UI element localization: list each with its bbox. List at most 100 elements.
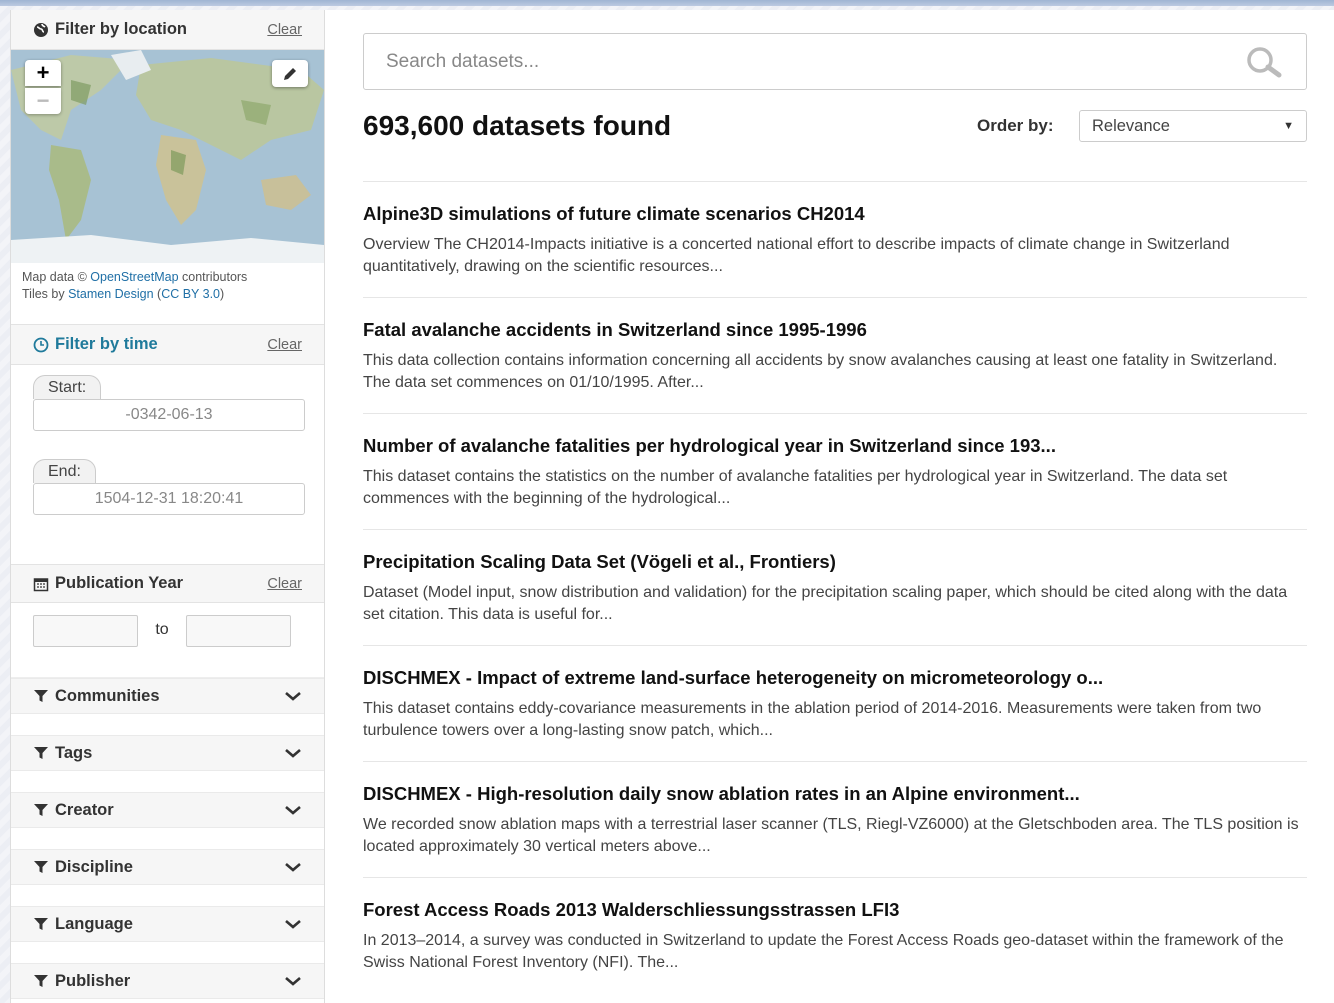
result-item: DISCHMEX - Impact of extreme land-surfac… (363, 645, 1307, 761)
results-count: 693,600 datasets found (363, 110, 672, 141)
publication-year-header: Publication Year Clear (11, 565, 324, 603)
publication-year-label: Publication Year (55, 574, 184, 592)
time-clear-link[interactable]: Clear (267, 337, 302, 353)
facet-discipline[interactable]: Discipline (11, 849, 324, 885)
order-by-label: Order by: (977, 116, 1054, 135)
attribution-text: Tiles by (22, 287, 69, 301)
result-title-link[interactable]: DISCHMEX - High-resolution daily snow ab… (363, 783, 1307, 805)
facet-title: Tags (33, 744, 92, 763)
search-placeholder: Search datasets... (386, 50, 540, 72)
result-item: Number of avalanche fatalities per hydro… (363, 413, 1307, 529)
location-map[interactable]: + − (11, 50, 324, 263)
facet-label: Publisher (55, 971, 131, 990)
search-icon[interactable] (1244, 46, 1284, 78)
publication-year-body: to (11, 603, 324, 678)
facet-communities[interactable]: Communities (11, 678, 324, 714)
result-item: Alpine3D simulations of future climate s… (363, 181, 1307, 297)
attribution-text: contributors (178, 270, 248, 284)
caret-down-icon: ▼ (1283, 120, 1294, 132)
filter-icon (34, 804, 48, 816)
result-description: This dataset contains the statistics on … (363, 468, 1228, 507)
filter-sidebar: Filter by location Clear + − Map data © … (10, 10, 325, 1003)
search-input[interactable]: Search datasets... (363, 33, 1307, 90)
result-description: Overview The CH2014-Impacts initiative i… (363, 236, 1230, 275)
chevron-down-icon[interactable] (284, 975, 302, 987)
facet-title: Publisher (33, 972, 130, 991)
stamen-design-link[interactable]: Stamen Design (68, 287, 153, 301)
time-filter-title[interactable]: Filter by time (33, 335, 158, 354)
facet-label: Creator (55, 800, 114, 819)
attribution-text: ) (220, 287, 225, 301)
time-filter-label: Filter by time (55, 335, 158, 353)
facet-list: Communities Tags Creator Discipline Lang… (11, 678, 324, 999)
result-description: We recorded snow ablation maps with a te… (363, 816, 1299, 855)
year-from-input[interactable] (33, 615, 138, 647)
clock-icon (33, 337, 49, 352)
chevron-down-icon[interactable] (284, 747, 302, 759)
filter-icon (34, 975, 48, 987)
facet-tags[interactable]: Tags (11, 735, 324, 771)
results-list: Alpine3D simulations of future climate s… (363, 181, 1307, 993)
facet-title: Language (33, 915, 133, 934)
order-by-select[interactable]: Relevance ▼ (1079, 110, 1307, 142)
result-description: This dataset contains eddy-covariance me… (363, 700, 1262, 739)
result-title-link[interactable]: Precipitation Scaling Data Set (Vögeli e… (363, 551, 1307, 573)
result-title-link[interactable]: Alpine3D simulations of future climate s… (363, 203, 1307, 225)
start-label: Start: (33, 375, 102, 399)
time-filter-body: Start: -0342-06-13 End: 1504-12-31 18:20… (11, 365, 324, 565)
facet-publisher[interactable]: Publisher (11, 963, 324, 999)
chevron-down-icon[interactable] (284, 804, 302, 816)
facet-title: Discipline (33, 858, 133, 877)
facet-title: Creator (33, 801, 114, 820)
filter-icon (34, 747, 48, 759)
chevron-down-icon[interactable] (284, 861, 302, 873)
license-link[interactable]: CC BY 3.0 (161, 287, 220, 301)
facet-label: Language (55, 914, 133, 933)
location-clear-link[interactable]: Clear (267, 22, 302, 38)
result-description: This data collection contains informatio… (363, 352, 1278, 391)
map-draw-button[interactable] (272, 60, 308, 87)
map-zoom-out-button[interactable]: − (25, 88, 61, 114)
result-description: In 2013–2014, a survey was conducted in … (363, 932, 1284, 971)
location-filter-title: Filter by location (33, 20, 187, 39)
publication-year-title: Publication Year (33, 574, 183, 593)
pencil-icon (284, 67, 296, 80)
year-to-input[interactable] (186, 615, 291, 647)
attribution-line-2: Tiles by Stamen Design (CC BY 3.0) (22, 286, 314, 303)
filter-icon (34, 861, 48, 873)
result-title-link[interactable]: DISCHMEX - Impact of extreme land-surfac… (363, 667, 1307, 689)
facet-label: Discipline (55, 857, 133, 876)
result-title-link[interactable]: Fatal avalanche accidents in Switzerland… (363, 319, 1307, 341)
start-date-input[interactable]: -0342-06-13 (33, 399, 305, 431)
chevron-down-icon[interactable] (284, 918, 302, 930)
facet-label: Communities (55, 686, 160, 705)
result-item: DISCHMEX - High-resolution daily snow ab… (363, 761, 1307, 877)
calendar-icon (33, 577, 49, 591)
map-zoom-in-button[interactable]: + (25, 60, 61, 86)
chevron-down-icon[interactable] (284, 690, 302, 702)
order-by-value: Relevance (1092, 116, 1170, 135)
results-main: Search datasets... 693,600 datasets foun… (363, 10, 1307, 1003)
result-item: Precipitation Scaling Data Set (Vögeli e… (363, 529, 1307, 645)
openstreetmap-link[interactable]: OpenStreetMap (90, 270, 178, 284)
attribution-text: Map data © (22, 270, 91, 284)
facet-label: Tags (55, 743, 93, 762)
publication-clear-link[interactable]: Clear (267, 576, 302, 592)
result-title-link[interactable]: Forest Access Roads 2013 Walderschliessu… (363, 899, 1307, 921)
attribution-line-1: Map data © OpenStreetMap contributors (22, 269, 314, 286)
facet-language[interactable]: Language (11, 906, 324, 942)
filter-icon (34, 690, 48, 702)
facet-title: Communities (33, 687, 160, 706)
page-content: Filter by location Clear + − Map data © … (10, 10, 1334, 1003)
result-description: Dataset (Model input, snow distribution … (363, 584, 1288, 623)
location-filter-header: Filter by location Clear (11, 10, 324, 50)
map-attribution: Map data © OpenStreetMap contributors Ti… (11, 263, 324, 325)
result-title-link[interactable]: Number of avalanche fatalities per hydro… (363, 435, 1307, 457)
filter-icon (34, 918, 48, 930)
facet-creator[interactable]: Creator (11, 792, 324, 828)
end-label: End: (33, 459, 96, 483)
end-date-input[interactable]: 1504-12-31 18:20:41 (33, 483, 305, 515)
time-filter-header: Filter by time Clear (11, 325, 324, 365)
start-group: Start: -0342-06-13 (33, 375, 305, 431)
year-to-label: to (155, 621, 169, 638)
